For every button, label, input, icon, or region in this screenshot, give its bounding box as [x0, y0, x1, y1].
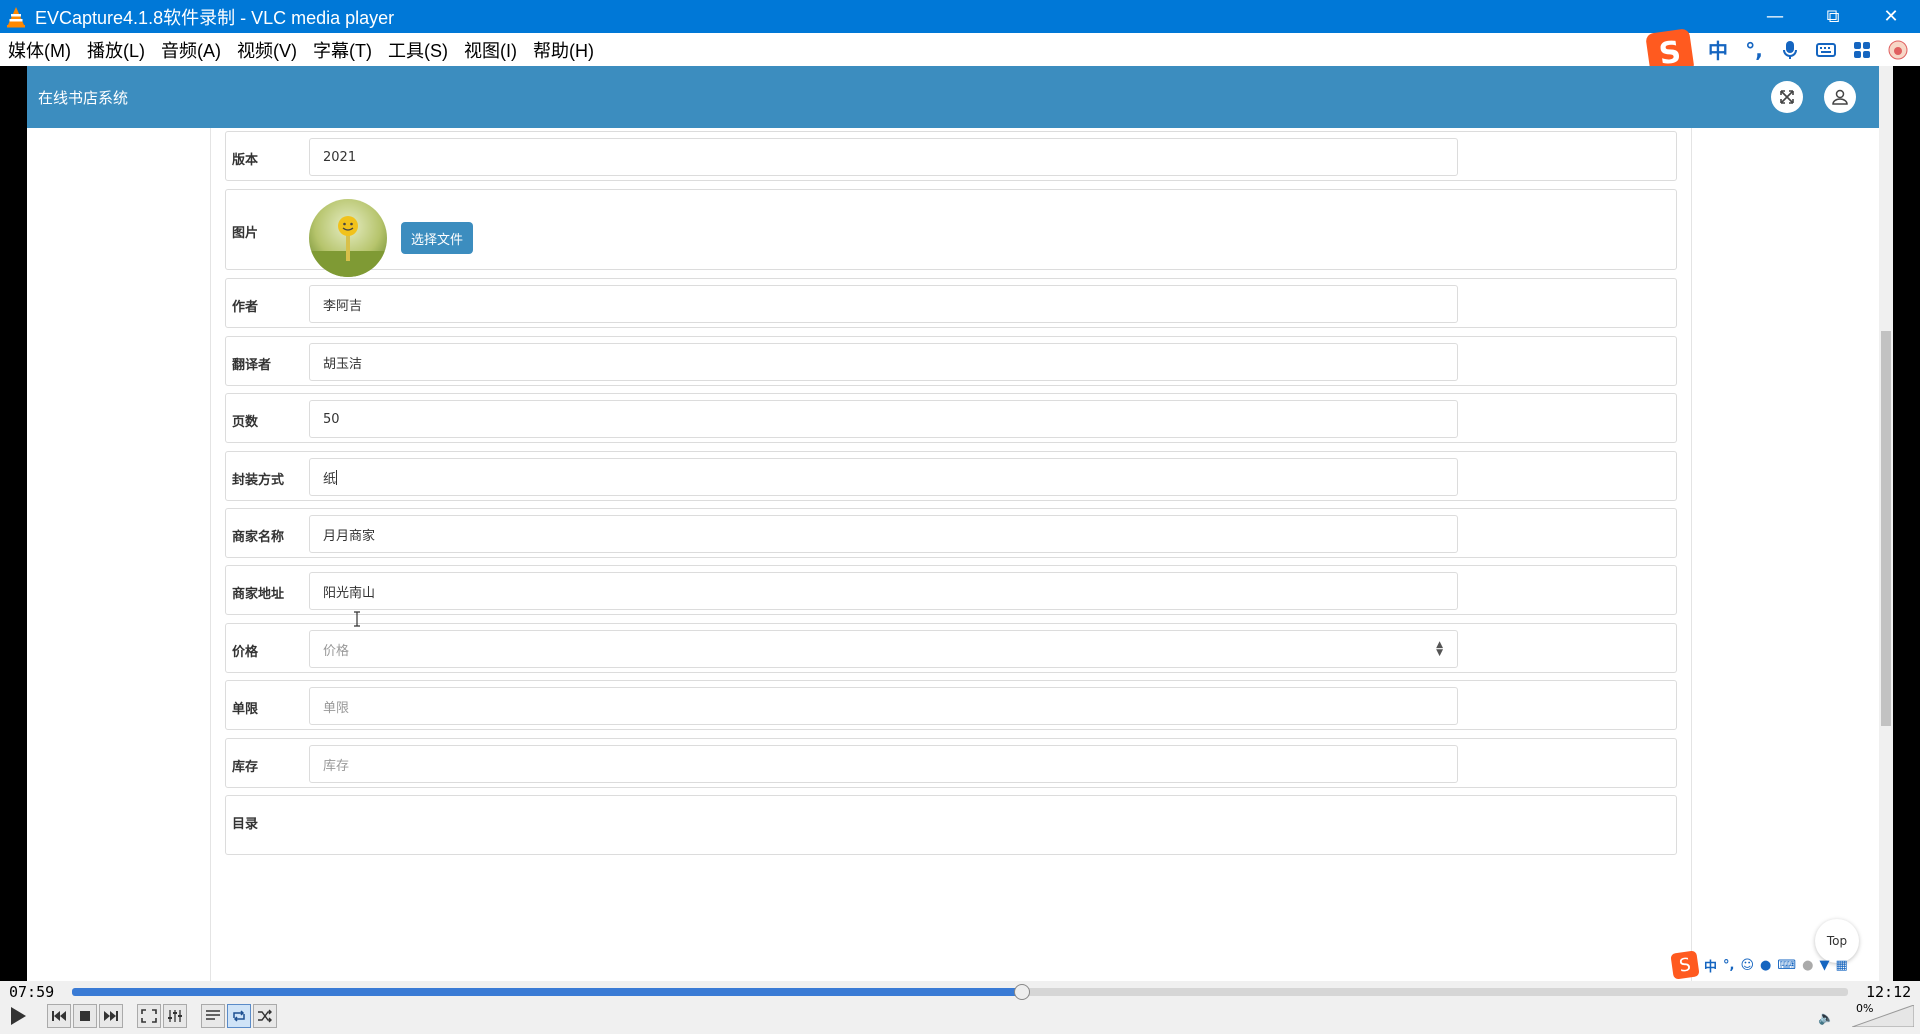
form-row-binding: 封装方式 纸 [225, 451, 1677, 501]
stock-input[interactable]: 库存 [309, 745, 1458, 783]
author-label: 作者 [232, 300, 259, 315]
form-row-pages: 页数 50 [225, 393, 1677, 443]
form-row-image: 图片 选择文件 [225, 189, 1677, 277]
price-input[interactable]: 价格 ▲ ▼ [309, 630, 1458, 668]
user-icon[interactable] [1824, 81, 1856, 113]
form-row-edition: 版本 2021 [225, 131, 1677, 181]
form-row-translator: 翻译者 胡玉洁 [225, 336, 1677, 386]
vlc-cone-icon [7, 6, 25, 27]
microphone-icon[interactable] [1776, 36, 1804, 64]
menu-playback[interactable]: 播放(L) [87, 37, 145, 63]
player-controls: 07:59 12:12 🔈 0% [0, 981, 1920, 1034]
ime-mini-language[interactable]: 中 [1704, 956, 1717, 975]
extended-settings-button[interactable] [163, 1004, 187, 1028]
image-label: 图片 [232, 226, 259, 241]
playlist-button[interactable] [201, 1004, 225, 1028]
merchant-address-label: 商家地址 [232, 587, 285, 602]
limit-input[interactable]: 单限 [309, 687, 1458, 725]
edition-label: 版本 [232, 153, 259, 168]
keyboard-icon[interactable] [1812, 36, 1840, 64]
mini-microphone-icon[interactable]: ● [1760, 958, 1771, 973]
volume-level: 0% [1856, 1002, 1874, 1015]
form-row-catalog: 目录 [225, 795, 1677, 855]
form-row-author: 作者 李阿吉 [225, 278, 1677, 328]
page-scrollbar[interactable] [1879, 66, 1893, 981]
video-area: 在线书店系统 版本 2021 图片 选择文件 作者 李阿吉 翻译者 胡玉洁 页数… [27, 66, 1893, 981]
ime-language-indicator[interactable]: 中 [1704, 36, 1732, 64]
ime-mini-punctuation[interactable]: °, [1723, 958, 1734, 973]
stock-label: 库存 [232, 760, 259, 775]
app-title: 在线书店系统 [38, 88, 129, 107]
translator-label: 翻译者 [232, 358, 272, 373]
form-row-price: 价格 价格 ▲ ▼ [225, 623, 1677, 673]
menu-subtitle[interactable]: 字幕(T) [313, 37, 372, 63]
pages-label: 页数 [232, 415, 259, 430]
form-row-limit: 单限 单限 [225, 680, 1677, 730]
skin-avatar-icon[interactable] [1884, 36, 1912, 64]
mini-user-icon[interactable]: ● [1802, 958, 1813, 973]
total-time: 12:12 [1866, 983, 1912, 1001]
binding-label: 封装方式 [232, 473, 285, 488]
close-button[interactable]: ✕ [1862, 0, 1920, 33]
ime-mini-toolbar: S 中 °, ☺ ● ⌨ ● ▼ ▦ [1670, 950, 1848, 980]
form-row-merchant-name: 商家名称 月月商家 [225, 508, 1677, 558]
sogou-small-logo-icon[interactable]: S [1670, 950, 1700, 980]
price-label: 价格 [232, 645, 259, 660]
seek-bar[interactable] [72, 984, 1848, 1000]
merchant-name-input[interactable]: 月月商家 [309, 515, 1458, 553]
shirt-icon[interactable]: ▼ [1819, 958, 1829, 973]
limit-label: 单限 [232, 702, 259, 717]
fullscreen-icon[interactable] [1771, 81, 1803, 113]
ime-toolbar: S 中 °, [1645, 27, 1920, 78]
apps-grid-icon[interactable] [1848, 36, 1876, 64]
edition-input[interactable]: 2021 [309, 138, 1458, 176]
binding-input-value: 纸 [323, 471, 337, 487]
speaker-icon[interactable]: 🔈 [1818, 1011, 1834, 1026]
book-image-preview [309, 199, 387, 277]
binding-input[interactable]: 纸 [309, 458, 1458, 496]
minimize-button[interactable]: — [1746, 0, 1804, 33]
menu-video[interactable]: 视频(V) [237, 37, 297, 63]
next-button[interactable] [99, 1004, 123, 1028]
restore-button[interactable]: ⧉ [1804, 0, 1862, 33]
mini-apps-icon[interactable]: ▦ [1835, 958, 1847, 973]
menu-view[interactable]: 视图(I) [464, 37, 517, 63]
text-cursor-icon [354, 611, 360, 627]
text-caret [336, 469, 338, 485]
play-button[interactable] [6, 1004, 30, 1028]
menu-help[interactable]: 帮助(H) [533, 37, 594, 63]
app-header: 在线书店系统 [27, 66, 1879, 128]
loop-button[interactable] [227, 1004, 251, 1028]
merchant-address-input[interactable]: 阳光南山 [309, 572, 1458, 610]
translator-input[interactable]: 胡玉洁 [309, 343, 1458, 381]
form-row-stock: 库存 库存 [225, 738, 1677, 788]
fullscreen-toggle-button[interactable] [137, 1004, 161, 1028]
form-row-merchant-address: 商家地址 阳光南山 [225, 565, 1677, 615]
price-placeholder: 价格 [323, 643, 350, 659]
page-scrollbar-thumb[interactable] [1881, 331, 1891, 726]
previous-button[interactable] [47, 1004, 71, 1028]
shuffle-button[interactable] [253, 1004, 277, 1028]
mini-keyboard-icon[interactable]: ⌨ [1777, 958, 1796, 973]
catalog-label: 目录 [232, 817, 259, 832]
choose-file-button[interactable]: 选择文件 [401, 222, 474, 254]
pages-input[interactable]: 50 [309, 400, 1458, 438]
emoji-icon[interactable]: ☺ [1740, 958, 1754, 973]
ime-punctuation-indicator[interactable]: °, [1740, 36, 1768, 64]
form-container: 版本 2021 图片 选择文件 作者 李阿吉 翻译者 胡玉洁 页数 50 封装方… [210, 128, 1692, 981]
window-title: EVCapture4.1.8软件录制 - VLC media player [35, 7, 395, 28]
stop-button[interactable] [73, 1004, 97, 1028]
menu-bar: 媒体(M) 播放(L) 音频(A) 视频(V) 字幕(T) 工具(S) 视图(I… [0, 27, 1920, 78]
merchant-name-label: 商家名称 [232, 530, 285, 545]
window-titlebar: EVCapture4.1.8软件录制 - VLC media player — … [0, 0, 1920, 33]
menu-tools[interactable]: 工具(S) [388, 37, 448, 63]
elapsed-time: 07:59 [9, 983, 55, 1001]
menu-media[interactable]: 媒体(M) [8, 37, 71, 63]
menu-audio[interactable]: 音频(A) [161, 37, 221, 63]
seek-knob[interactable] [1014, 984, 1031, 1000]
number-spinner-icon[interactable]: ▲ ▼ [1436, 641, 1443, 658]
seek-bar-progress [72, 988, 1023, 996]
author-input[interactable]: 李阿吉 [309, 285, 1458, 323]
